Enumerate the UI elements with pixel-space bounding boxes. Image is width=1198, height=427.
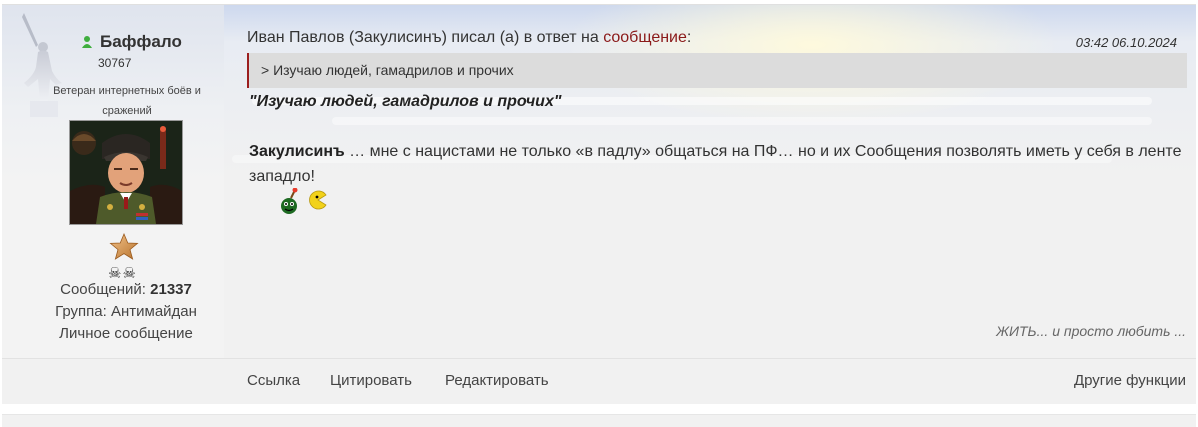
quote-highlight: "Изучаю людей, гамадрилов и прочих": [249, 93, 562, 110]
messages-count: Сообщений: 21337: [2, 281, 250, 298]
user-signature: ЖИТЬ... и просто любить ...: [996, 323, 1186, 339]
next-post-edge: [2, 414, 1196, 427]
user-group: Группа: Антимайдан: [2, 303, 250, 320]
user-id-number: 30767: [98, 56, 132, 70]
online-user-icon: [82, 36, 92, 48]
forum-post: Баффало 30767 Ветеран интернетных боёв и…: [2, 4, 1196, 404]
post-header: Иван Павлов (Закулисинъ) писал (а) в отв…: [247, 29, 1187, 50]
smileys: [277, 188, 329, 216]
permalink-link[interactable]: Ссылка: [247, 372, 300, 389]
username-line: Баффало: [80, 31, 182, 53]
messages-value: 21337: [150, 281, 192, 298]
post-actions-bar: Ссылка Цитировать Редактировать Другие ф…: [2, 358, 1196, 404]
body-text: … мне с нацистами не только «в падлу» об…: [249, 143, 1182, 185]
group-value: Антимайдан: [110, 303, 197, 320]
avatar[interactable]: [69, 120, 183, 225]
other-functions-menu[interactable]: Другие функции: [1074, 372, 1186, 389]
body-mention: Закулисинъ: [249, 143, 345, 160]
author-sidebar: Баффало 30767 Ветеран интернетных боёв и…: [2, 5, 224, 403]
messages-label: Сообщений:: [60, 281, 146, 298]
reply-message-link[interactable]: сообщение: [603, 29, 687, 46]
reply-author: Иван Павлов (Закулисинъ) писал (а) в отв…: [247, 29, 599, 46]
edit-button[interactable]: Редактировать: [445, 372, 549, 389]
awards-badges: ☠☠: [108, 265, 137, 282]
rank-star-icon: [109, 232, 139, 260]
quoted-text: > Изучаю людей, гамадрилов и прочих: [247, 53, 1187, 88]
reply-line: Иван Павлов (Закулисинъ) писал (а) в отв…: [247, 29, 1187, 47]
reply-colon: :: [686, 29, 692, 46]
post-timestamp: 03:42 06.10.2024: [1075, 35, 1177, 50]
group-label: Группа:: [55, 303, 107, 320]
post-body: Закулисинъ … мне с нацистами не только «…: [249, 139, 1189, 189]
quote-button[interactable]: Цитировать: [330, 372, 412, 389]
rank-title: Ветеран интернетных боёв и сражений: [53, 85, 201, 117]
bomb-smiley-icon: [281, 188, 298, 214]
pacman-smiley-icon: [309, 190, 327, 210]
private-message-link[interactable]: Личное сообщение: [2, 325, 250, 342]
username[interactable]: Баффало: [100, 32, 182, 52]
